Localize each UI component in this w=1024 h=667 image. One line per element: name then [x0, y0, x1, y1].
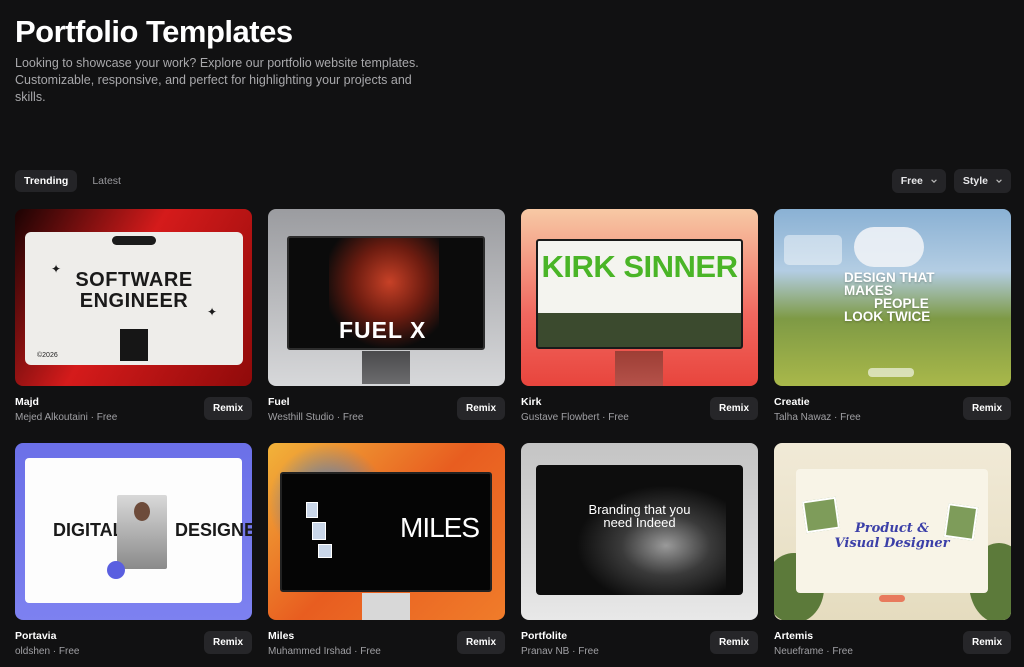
thumbnail-headline: Branding that you need Indeed — [536, 503, 743, 529]
template-name[interactable]: Creatie — [774, 396, 861, 408]
template-name[interactable]: Artemis — [774, 630, 853, 642]
headline-line: Product & — [854, 521, 930, 536]
tab-latest[interactable]: Latest — [83, 170, 130, 192]
thumbnail-cloud — [854, 227, 924, 267]
thumbnail-photo-head — [134, 502, 150, 521]
thumbnail-photo — [318, 544, 332, 558]
template-card-miles[interactable]: MILES Miles Muhammed Irshad · Free Remix — [268, 443, 505, 667]
template-author: Pranav NB · Free — [521, 646, 599, 657]
template-card-artemis[interactable]: Product & Visual Designer Artemis Neuefr… — [774, 443, 1011, 667]
remix-button[interactable]: Remix — [203, 631, 252, 654]
thumbnail-monitor: KIRK SINNER — [536, 239, 743, 349]
thumbnail-headline: FUEL X — [339, 317, 427, 343]
template-name[interactable]: Portavia — [15, 630, 79, 642]
sort-tabs: Trending Latest — [15, 170, 130, 192]
template-author: oldshen · Free — [15, 646, 80, 657]
page-title: Portfolio Templates — [15, 14, 293, 49]
thumbnail-headline: SOFTWARE — [75, 269, 193, 291]
remix-button[interactable]: Remix — [962, 631, 1011, 654]
thumbnail-monitor: Branding that you need Indeed — [536, 465, 743, 595]
thumbnail-photo — [538, 313, 741, 347]
headline-line: Visual Designer — [834, 536, 950, 551]
template-thumbnail[interactable]: DESIGN THAT MAKES PEOPLE LOOK TWICE — [774, 209, 1011, 386]
thumbnail-screen: DIGITAL DESIGNER — [25, 458, 252, 603]
thumbnail-monitor: FUEL X — [287, 236, 485, 350]
template-thumbnail[interactable]: ✦ SOFTWARE ENGINEER ✦ ©2026 — [15, 209, 252, 386]
thumbnail-dock — [868, 368, 914, 377]
thumbnail-screen: Product & Visual Designer — [796, 469, 988, 602]
template-thumbnail[interactable]: Product & Visual Designer — [774, 443, 1011, 620]
thumbnail-photo — [306, 502, 318, 518]
template-name[interactable]: Fuel — [268, 396, 363, 408]
template-author: Westhill Studio · Free — [268, 412, 364, 423]
thumbnail-headline: KIRK SINNER — [541, 249, 738, 284]
thumbnail-headline: MILES — [400, 512, 480, 543]
template-author: Neueframe · Free — [774, 646, 853, 657]
remix-button[interactable]: Remix — [709, 631, 758, 654]
style-filter-dropdown[interactable]: Style — [953, 169, 1011, 193]
template-card-portfolite[interactable]: Branding that you need Indeed Portfolite… — [521, 443, 758, 667]
template-name[interactable]: Portfolite — [521, 630, 599, 642]
page-description: Looking to showcase your work? Explore o… — [15, 56, 419, 104]
template-thumbnail[interactable]: MILES — [268, 443, 505, 620]
chevron-down-icon — [996, 179, 1002, 183]
headline-line: need Indeed — [603, 515, 676, 530]
template-thumbnail[interactable]: FUEL X — [268, 209, 505, 386]
template-name[interactable]: Majd — [15, 396, 117, 408]
template-thumbnail[interactable]: KIRK SINNER — [521, 209, 758, 386]
thumbnail-caption: ©2026 — [37, 352, 58, 359]
template-card-majd[interactable]: ✦ SOFTWARE ENGINEER ✦ ©2026 Majd Mejed A… — [15, 209, 252, 443]
template-name[interactable]: Miles — [268, 630, 381, 642]
thumbnail-photo — [312, 522, 326, 540]
remix-button[interactable]: Remix — [456, 397, 505, 420]
headline-line: LOOK TWICE — [844, 309, 931, 324]
monitor-stand — [362, 593, 410, 620]
price-filter-label: Free — [900, 175, 923, 187]
monitor-stand — [362, 351, 410, 384]
thumbnail-headline: DIGITAL — [53, 520, 124, 540]
thumbnail-card — [784, 235, 842, 265]
thumbnail-photo — [120, 329, 148, 361]
thumbnail-headline: DESIGNER — [175, 520, 252, 540]
template-thumbnail[interactable]: DIGITAL DESIGNER — [15, 443, 252, 620]
template-card-portavia[interactable]: DIGITAL DESIGNER Portavia oldshen · Free… — [15, 443, 252, 667]
price-filter-dropdown[interactable]: Free — [891, 169, 946, 193]
sparkle-icon: ✦ — [207, 305, 218, 319]
filter-bar: Free Style — [891, 169, 1011, 193]
tab-trending[interactable]: Trending — [15, 170, 78, 192]
thumbnail-badge — [107, 561, 125, 579]
remix-button[interactable]: Remix — [709, 397, 758, 420]
thumbnail-headline: Product & Visual Designer — [796, 521, 988, 551]
thumbnail-screen: ✦ SOFTWARE ENGINEER ✦ ©2026 — [25, 232, 243, 365]
template-card-creatie[interactable]: DESIGN THAT MAKES PEOPLE LOOK TWICE Crea… — [774, 209, 1011, 443]
template-author: Muhammed Irshad · Free — [268, 646, 381, 657]
thumbnail-headline: DESIGN THAT MAKES PEOPLE LOOK TWICE — [844, 271, 935, 324]
monitor-stand — [615, 351, 663, 386]
template-author: Talha Nawaz · Free — [774, 412, 861, 423]
template-thumbnail[interactable]: Branding that you need Indeed — [521, 443, 758, 620]
style-filter-label: Style — [962, 175, 988, 187]
thumbnail-nav-pill — [112, 236, 156, 245]
remix-button[interactable]: Remix — [203, 397, 252, 420]
template-card-fuel[interactable]: FUEL X Fuel Westhill Studio · Free Remix — [268, 209, 505, 443]
remix-button[interactable]: Remix — [962, 397, 1011, 420]
template-grid: ✦ SOFTWARE ENGINEER ✦ ©2026 Majd Mejed A… — [15, 209, 1011, 667]
template-author: Gustave Flowbert · Free — [521, 412, 629, 423]
template-author: Mejed Alkoutaini · Free — [15, 412, 118, 423]
template-card-kirk[interactable]: KIRK SINNER Kirk Gustave Flowbert · Free… — [521, 209, 758, 443]
template-name[interactable]: Kirk — [521, 396, 629, 408]
remix-button[interactable]: Remix — [456, 631, 505, 654]
thumbnail-button — [879, 595, 905, 602]
thumbnail-monitor: MILES — [280, 472, 492, 592]
chevron-down-icon — [931, 179, 937, 183]
